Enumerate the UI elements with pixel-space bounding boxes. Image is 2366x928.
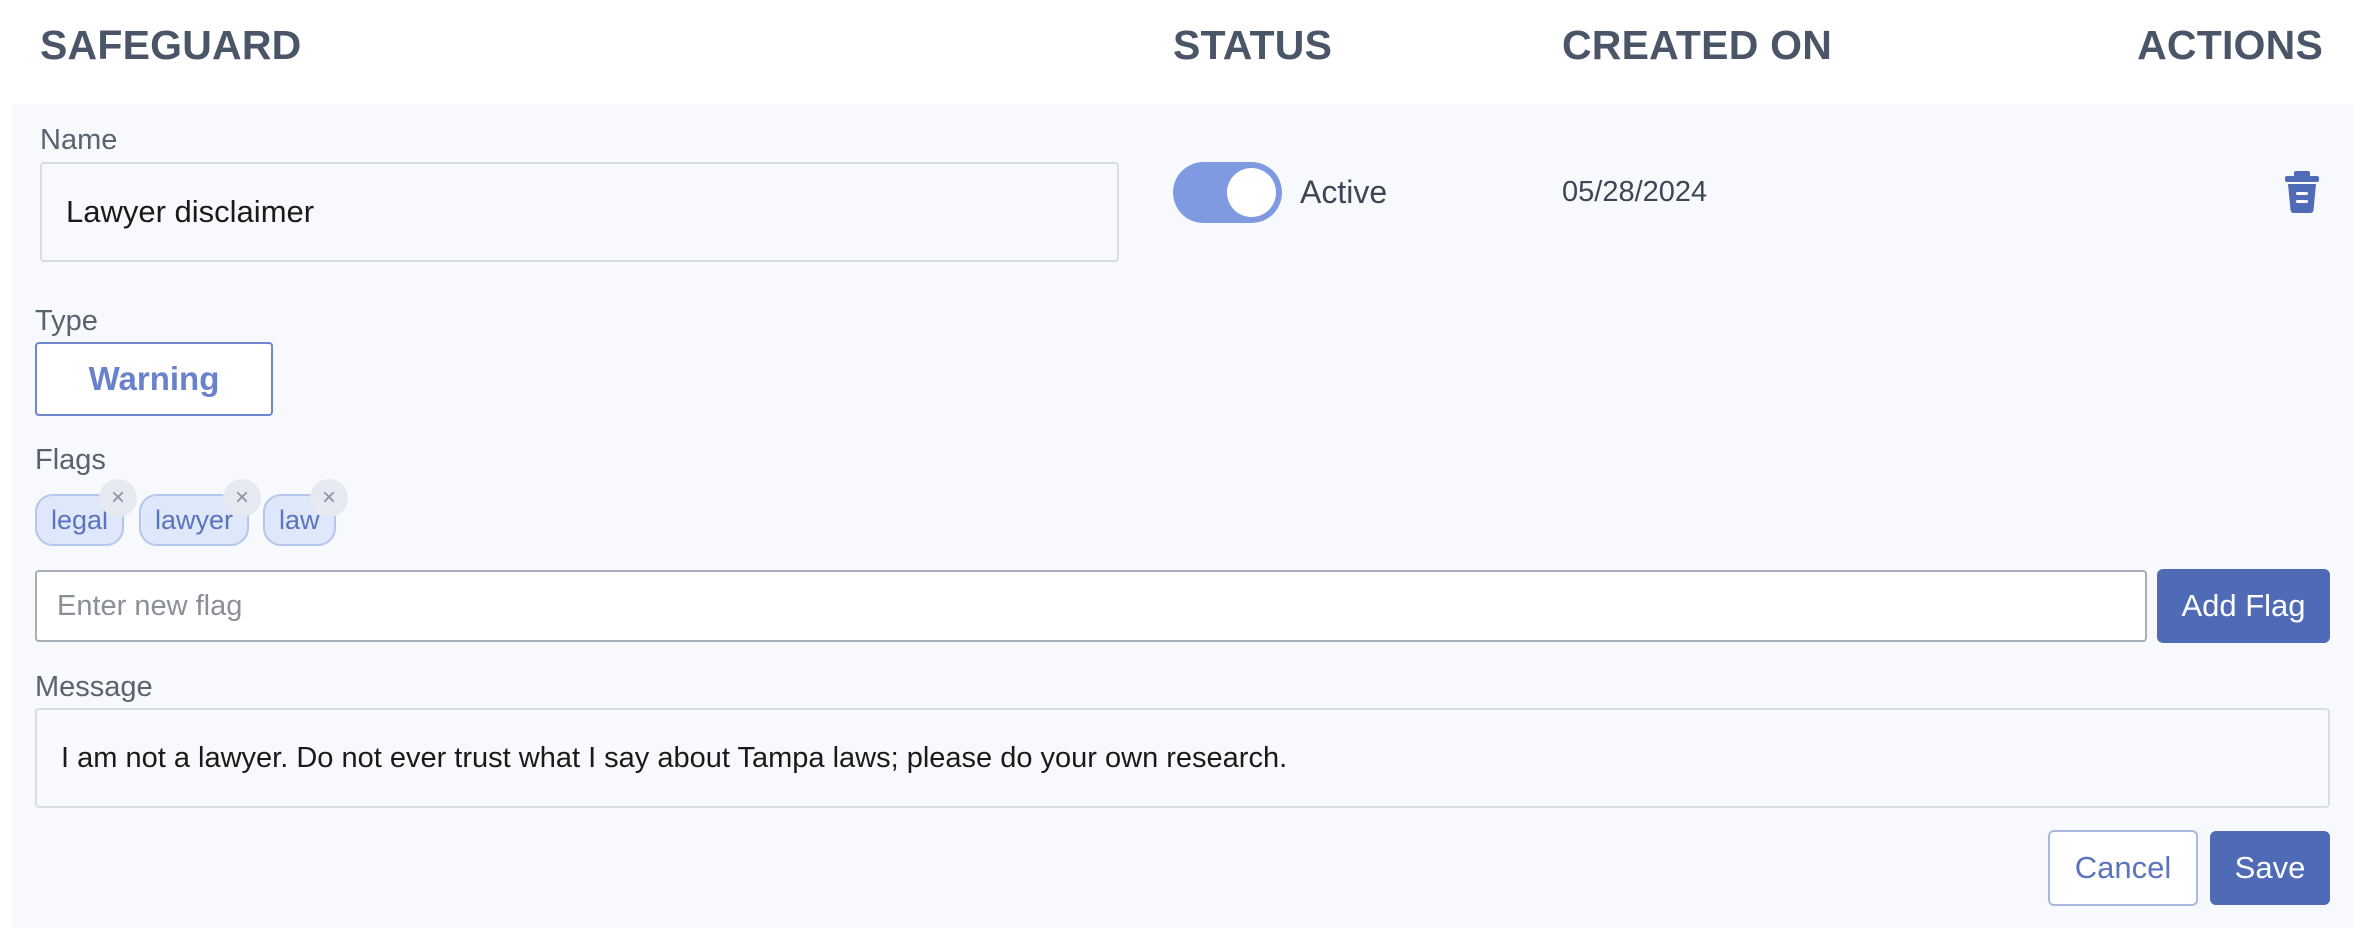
toggle-knob bbox=[1227, 168, 1276, 217]
remove-flag-law-button[interactable]: × bbox=[310, 479, 348, 517]
status-label: Active bbox=[1300, 174, 1388, 210]
flags-label: Flags bbox=[35, 444, 106, 476]
message-label: Message bbox=[35, 671, 153, 703]
column-header-actions: ACTIONS bbox=[2137, 22, 2323, 68]
message-field[interactable]: I am not a lawyer. Do not ever trust wha… bbox=[35, 708, 2330, 808]
trash-icon bbox=[2285, 171, 2319, 213]
flag-chip-label: legal bbox=[51, 505, 109, 535]
name-label: Name bbox=[40, 124, 118, 156]
name-field[interactable] bbox=[40, 162, 1119, 262]
column-header-status: STATUS bbox=[1173, 22, 1333, 68]
table-header: SAFEGUARD STATUS CREATED ON ACTIONS bbox=[0, 0, 2366, 104]
created-on-value: 05/28/2024 bbox=[1562, 176, 1708, 208]
type-warning-button[interactable]: Warning bbox=[35, 342, 273, 416]
status-toggle[interactable] bbox=[1173, 162, 1282, 223]
close-icon: × bbox=[234, 484, 249, 511]
delete-button[interactable] bbox=[2282, 170, 2322, 214]
save-button[interactable]: Save bbox=[2210, 831, 2330, 905]
close-icon: × bbox=[110, 484, 125, 511]
remove-flag-legal-button[interactable]: × bbox=[99, 479, 137, 517]
flag-chip-label: lawyer bbox=[155, 505, 234, 535]
new-flag-input[interactable] bbox=[35, 570, 2147, 642]
cancel-button[interactable]: Cancel bbox=[2048, 830, 2198, 906]
remove-flag-lawyer-button[interactable]: × bbox=[223, 479, 261, 517]
type-label: Type bbox=[35, 305, 98, 337]
add-flag-button[interactable]: Add Flag bbox=[2157, 569, 2330, 643]
close-icon: × bbox=[321, 484, 336, 511]
column-header-created-on: CREATED ON bbox=[1562, 22, 1833, 68]
column-header-safeguard: SAFEGUARD bbox=[40, 22, 302, 68]
